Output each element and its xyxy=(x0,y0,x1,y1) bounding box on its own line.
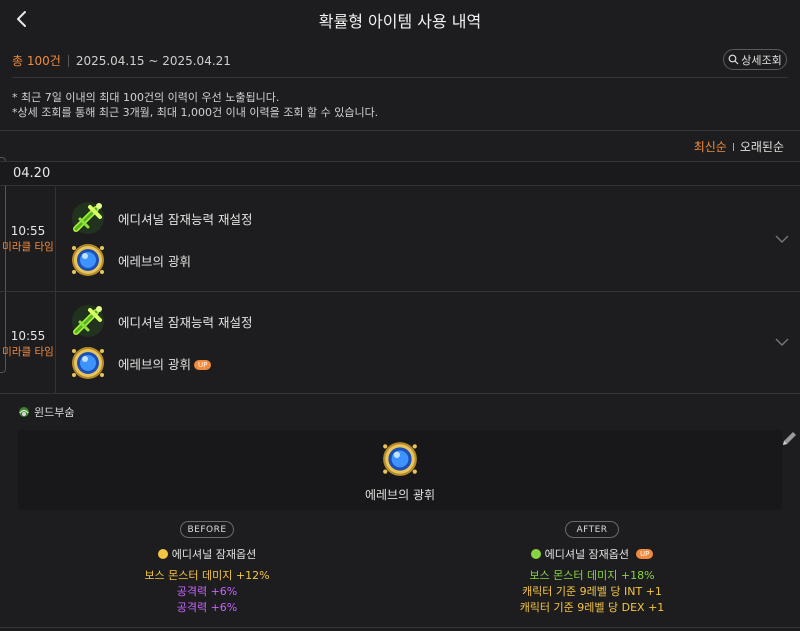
pencil-icon[interactable] xyxy=(778,428,800,450)
sort-toggle: 최신순 오래된순 xyxy=(694,138,784,155)
notice-text-2: *상세 조회를 통해 최근 3개월, 최대 1,000건 이내 이력을 조회 할… xyxy=(12,106,379,119)
world-icon xyxy=(19,407,29,417)
after-option-1: 보스 몬스터 데미지 +18% xyxy=(529,569,655,582)
after-grade-label: 에디셔널 잠재옵션 xyxy=(544,548,630,561)
history-row[interactable]: 10:55 미라클 타임 에디셔널 잠재능력 재설정 에레브의 광휘 xyxy=(0,187,800,292)
preview-item-name: 에레브의 광휘 xyxy=(364,488,436,502)
emblem-icon xyxy=(383,442,417,476)
summary-bar: 총 100건 2025.04.15 ~ 2025.04.21 xyxy=(12,52,231,69)
item-name: 에레브의 광휘 xyxy=(118,356,191,372)
date-range: 2025.04.15 ~ 2025.04.21 xyxy=(75,53,231,68)
up-badge: UP xyxy=(193,360,212,370)
item-line: 에레브의 광휘 xyxy=(70,242,191,278)
server-label: 미라클 타임 xyxy=(2,346,54,358)
date-group-header: 04.20 xyxy=(0,161,800,186)
after-option-2: 캐릭터 기준 9레벨 당 INT +1 xyxy=(522,585,662,598)
emblem-icon xyxy=(72,244,104,276)
notice-text-1: * 최근 7일 이내의 최대 100건의 이력이 우선 노출됩니다. xyxy=(12,91,280,104)
chevron-down-icon[interactable] xyxy=(773,233,791,245)
after-grade: 에디셔널 잠재옵션 UP xyxy=(492,546,692,562)
divider xyxy=(67,54,69,67)
divider xyxy=(0,627,800,628)
cube-line: 에디셔널 잠재능력 재설정 xyxy=(70,201,252,235)
unique-grade-icon xyxy=(157,549,168,559)
time-label: 10:55 xyxy=(10,224,46,238)
server-label: 미라클 타임 xyxy=(2,241,54,253)
divider xyxy=(732,142,734,151)
time-column: 10:55 미라클 타임 xyxy=(0,187,56,291)
before-option-3: 공격력 +6% xyxy=(176,601,238,614)
detail-search-button[interactable]: 상세조회 xyxy=(723,49,787,70)
cube-name: 에디셔널 잠재능력 재설정 xyxy=(118,314,253,330)
chevron-down-icon[interactable] xyxy=(773,336,791,348)
green-sword-icon xyxy=(72,202,104,234)
sort-oldest-button[interactable]: 오래된순 xyxy=(740,138,784,155)
cube-name: 에디셔널 잠재능력 재설정 xyxy=(118,211,253,227)
green-sword-icon xyxy=(72,305,104,337)
before-grade: 에디셔널 잠재옵션 xyxy=(107,546,307,562)
world-name: 윈드부숨 xyxy=(34,406,75,419)
before-option-2: 공격력 +6% xyxy=(176,585,238,598)
page-title: 확률형 아이템 사용 내역 xyxy=(318,12,482,31)
item-name: 에레브의 광휘 xyxy=(118,253,191,269)
cube-line: 에디셔널 잠재능력 재설정 xyxy=(70,304,252,338)
search-icon xyxy=(728,54,739,65)
time-column: 10:55 미라클 타임 xyxy=(0,292,56,393)
emblem-icon xyxy=(72,347,104,379)
sort-newest-button[interactable]: 최신순 xyxy=(694,138,727,155)
before-grade-label: 에디셔널 잠재옵션 xyxy=(171,548,257,561)
divider xyxy=(12,77,788,78)
divider xyxy=(0,130,800,131)
total-count: 총 100건 xyxy=(12,54,61,68)
legendary-grade-icon xyxy=(530,549,541,559)
up-badge: UP xyxy=(636,549,654,559)
history-row[interactable]: 10:55 미라클 타임 에디셔널 잠재능력 재설정 에레브의 광휘 UP xyxy=(0,292,800,394)
time-label: 10:55 xyxy=(10,329,46,343)
before-label: BEFORE xyxy=(180,521,234,538)
world-label: 윈드부숨 xyxy=(18,404,74,420)
detail-search-label: 상세조회 xyxy=(741,53,782,67)
item-name-wrap: 에레브의 광휘 UP xyxy=(118,354,212,373)
after-label: AFTER xyxy=(565,521,619,538)
item-line: 에레브의 광휘 UP xyxy=(70,345,212,381)
after-option-3: 캐릭터 기준 9레벨 당 DEX +1 xyxy=(519,601,665,614)
before-option-1: 보스 몬스터 데미지 +12% xyxy=(144,569,270,582)
date-group-label: 04.20 xyxy=(13,166,51,181)
